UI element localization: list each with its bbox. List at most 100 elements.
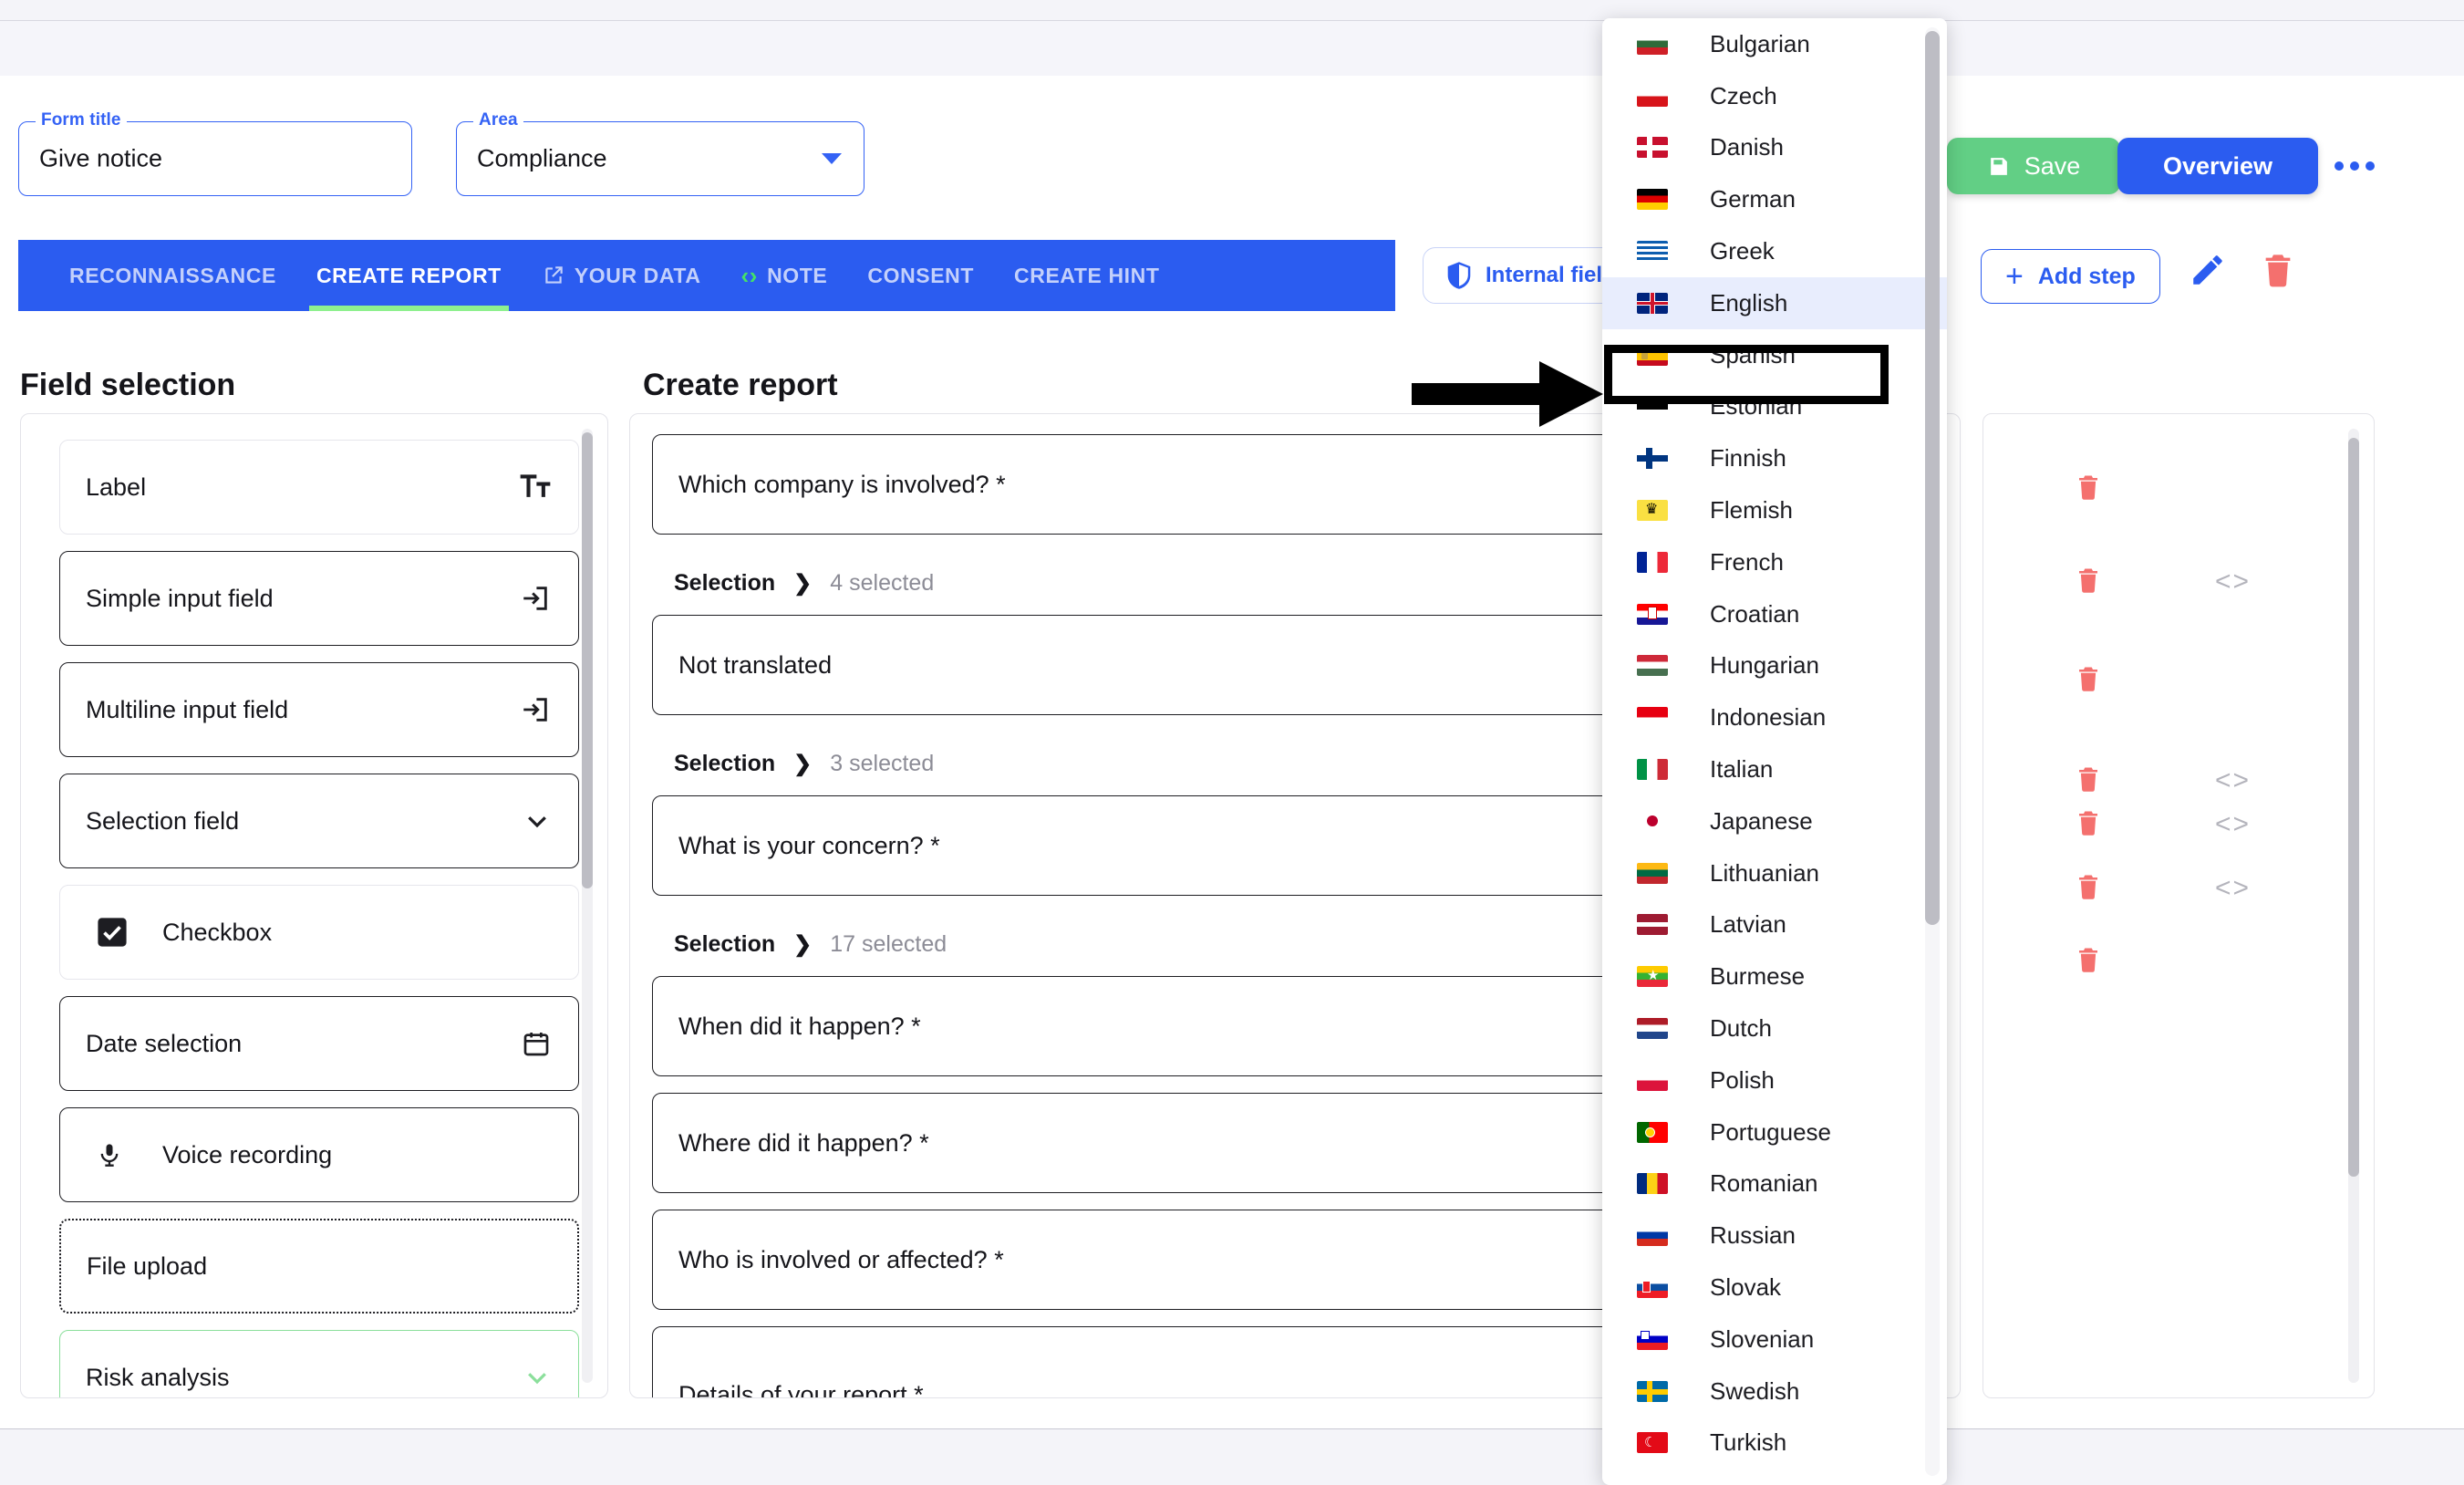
field-type-date-selection[interactable]: Date selection xyxy=(59,996,579,1091)
language-option-lithuanian[interactable]: Lithuanian xyxy=(1602,847,1947,899)
trash-icon[interactable] xyxy=(2075,808,2102,842)
field-type-risk-analysis[interactable]: Risk analysis xyxy=(59,1330,579,1397)
language-option-burmese[interactable]: ★ Burmese xyxy=(1602,950,1947,1002)
more-options-button[interactable] xyxy=(2327,151,2382,182)
tab-consent[interactable]: CONSENT xyxy=(847,240,994,311)
language-option-label: Hungarian xyxy=(1710,651,1819,680)
language-option-label: Slovenian xyxy=(1710,1324,1815,1353)
form-title-field[interactable]: Form title Give notice xyxy=(18,110,412,196)
trash-icon[interactable] xyxy=(2075,566,2102,599)
language-option-latvian[interactable]: Latvian xyxy=(1602,899,1947,951)
language-option-label: Czech xyxy=(1710,81,1777,109)
form-title-label: Form title xyxy=(36,110,127,130)
screen-root: Form title Give notice Area Compliance S… xyxy=(0,0,2464,1485)
trash-icon[interactable] xyxy=(2075,472,2102,506)
field-type-simple-input-field[interactable]: Simple input field xyxy=(59,551,579,646)
language-option-russian[interactable]: Russian xyxy=(1602,1210,1947,1262)
flag-ro-icon xyxy=(1637,1173,1668,1195)
flag-vl-icon: ♛ xyxy=(1637,500,1668,522)
calendar-icon xyxy=(522,1028,551,1059)
field-type-selection-field[interactable]: Selection field xyxy=(59,774,579,868)
question-label: Who is involved or affected? * xyxy=(678,1245,1004,1273)
language-list: Bulgarian Czech Danish German Greek English Sp… xyxy=(1602,18,1947,1485)
language-option-hungarian[interactable]: Hungarian xyxy=(1602,640,1947,692)
language-option-danish[interactable]: Danish xyxy=(1602,122,1947,174)
field-selection-list: Label Simple input field Multiline input f… xyxy=(59,440,579,1397)
tab-label: CREATE HINT xyxy=(1014,263,1160,287)
field-type-file-upload[interactable]: File upload xyxy=(59,1219,579,1314)
tab-create-report[interactable]: CREATE REPORT xyxy=(296,240,522,311)
trash-icon[interactable] xyxy=(2075,945,2102,979)
field-type-voice-recording[interactable]: Voice recording xyxy=(59,1107,579,1202)
field-panel-scrollbar-thumb[interactable] xyxy=(582,432,593,888)
tab-your-data[interactable]: YOUR DATA xyxy=(522,240,721,311)
language-dropdown[interactable]: Bulgarian Czech Danish German Greek English Sp… xyxy=(1602,18,1947,1485)
language-option-swedish[interactable]: Swedish xyxy=(1602,1366,1947,1418)
language-option-portuguese[interactable]: Portuguese xyxy=(1602,1106,1947,1158)
dot-1 xyxy=(2335,161,2344,171)
code-brackets-icon[interactable]: <> xyxy=(2215,809,2251,840)
row-actions-panel: <> <> <> <> xyxy=(1983,413,2375,1398)
edit-step-button[interactable] xyxy=(2189,251,2227,294)
code-brackets-icon[interactable]: <> xyxy=(2215,873,2251,904)
code-brackets-icon[interactable]: <> xyxy=(2215,566,2251,597)
flag-gb-icon xyxy=(1637,292,1668,314)
language-option-bulgarian[interactable]: Bulgarian xyxy=(1602,18,1947,70)
row-action-group: <> xyxy=(1983,562,2374,602)
field-type-label: Multiline input field xyxy=(86,695,289,723)
code-brackets-icon[interactable]: <> xyxy=(2215,765,2251,796)
field-selection-panel: Label Simple input field Multiline input f… xyxy=(20,413,608,1398)
overview-button-label: Overview xyxy=(2162,151,2273,180)
trash-icon[interactable] xyxy=(2075,872,2102,906)
flag-gr-icon xyxy=(1637,241,1668,263)
language-option-italian[interactable]: Italian xyxy=(1602,743,1947,795)
tab-reconnaissance[interactable]: RECONNAISSANCE xyxy=(49,240,296,311)
language-option-czech[interactable]: Czech xyxy=(1602,70,1947,122)
area-label: Area xyxy=(473,110,523,130)
external-link-icon xyxy=(542,264,565,287)
area-select[interactable]: Area Compliance xyxy=(456,110,864,196)
language-option-dutch[interactable]: Dutch xyxy=(1602,1002,1947,1054)
save-button[interactable]: Save xyxy=(1947,138,2120,194)
language-option-label: Japanese xyxy=(1710,806,1813,835)
delete-step-button[interactable] xyxy=(2260,251,2296,294)
language-option-romanian[interactable]: Romanian xyxy=(1602,1158,1947,1210)
language-option-german[interactable]: German xyxy=(1602,173,1947,225)
question-label: When did it happen? * xyxy=(678,1012,921,1040)
field-type-multiline-input-field[interactable]: Multiline input field xyxy=(59,662,579,757)
shield-icon xyxy=(1447,262,1471,289)
language-option-label: Polish xyxy=(1710,1065,1775,1094)
chevron-down-icon[interactable] xyxy=(822,153,842,164)
language-option-slovenian[interactable]: Slovenian xyxy=(1602,1314,1947,1366)
language-option-polish[interactable]: Polish xyxy=(1602,1054,1947,1106)
language-scrollbar-thumb[interactable] xyxy=(1925,31,1940,925)
language-option-label: Swedish xyxy=(1710,1376,1800,1405)
trash-icon[interactable] xyxy=(2075,664,2102,698)
tab-create-hint[interactable]: CREATE HINT xyxy=(994,240,1180,311)
add-step-button[interactable]: + Add step xyxy=(1981,249,2160,304)
language-option-turkish[interactable]: ☾ Turkish xyxy=(1602,1418,1947,1469)
field-type-checkbox[interactable]: Checkbox xyxy=(59,885,579,980)
language-option-flemish[interactable]: ♛ Flemish xyxy=(1602,484,1947,536)
language-option-greek[interactable]: Greek xyxy=(1602,225,1947,277)
language-option-japanese[interactable]: Japanese xyxy=(1602,795,1947,847)
language-option-french[interactable]: French xyxy=(1602,536,1947,588)
language-option-label: Bulgarian xyxy=(1710,29,1810,57)
trash-icon xyxy=(2265,254,2291,287)
language-option-english[interactable]: English xyxy=(1602,276,1947,329)
question-label: Not translated xyxy=(678,650,833,679)
flag-ru-icon xyxy=(1637,1225,1668,1247)
field-type-label[interactable]: Label xyxy=(59,440,579,535)
right-panel-scrollbar-thumb[interactable] xyxy=(2348,438,2359,1177)
dot-2 xyxy=(2350,161,2359,171)
add-step-label: Add step xyxy=(2037,263,2136,289)
language-option-label: Flemish xyxy=(1710,496,1794,524)
trash-icon[interactable] xyxy=(2075,764,2102,798)
language-option-indonesian[interactable]: Indonesian xyxy=(1602,691,1947,743)
chevron-down-icon xyxy=(523,807,551,835)
language-option-croatian[interactable]: Croatian xyxy=(1602,588,1947,640)
tab-note[interactable]: ‹› NOTE xyxy=(721,240,848,311)
overview-button[interactable]: Overview xyxy=(2117,138,2318,194)
language-option-finnish[interactable]: Finnish xyxy=(1602,432,1947,484)
language-option-slovak[interactable]: Slovak xyxy=(1602,1262,1947,1314)
